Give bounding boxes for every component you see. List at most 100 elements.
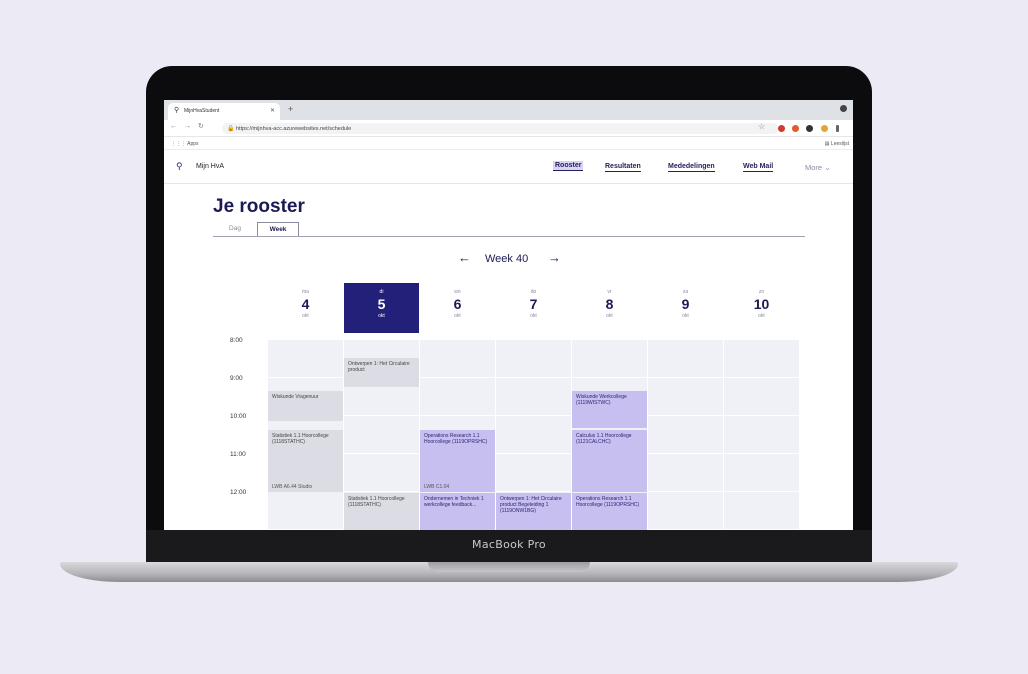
event-ontwerpen-thu[interactable]: Ontwerpen 1: Het Circulaire product Bege… [496,493,571,530]
extension-icon[interactable] [778,125,785,132]
time-label: 9:00 [230,375,243,382]
day-number: 5 [377,296,386,312]
extension-icon[interactable] [792,125,799,132]
day-number: 7 [529,296,538,312]
previous-week-arrow-icon[interactable]: ← [458,251,471,265]
event-statistiek-mon[interactable]: Statistiek 1.1 Hoorcollege (1118STATHC) … [268,430,343,492]
forward-icon[interactable]: → [184,123,191,131]
chrome-menu-icon[interactable] [840,105,847,112]
time-slot-cell[interactable] [724,340,799,377]
time-label: 8:00 [230,337,243,344]
event-operations-fri[interactable]: Operations Research 1.1 Hoorcollege (111… [572,493,647,530]
laptop-brand-label: MacBook Pro [472,538,546,551]
event-title: Ontwerpen 1: Het Circulaire product [348,361,410,373]
time-slot-cell[interactable] [496,340,571,377]
bookmark-star-icon[interactable]: ☆ [758,123,765,131]
time-slot-cell[interactable] [268,340,343,377]
month-label: okt [454,313,461,319]
time-slot-cell[interactable] [344,454,419,491]
time-slot-cell[interactable] [648,378,723,415]
day-header-sat[interactable]: za 9 okt [648,283,723,333]
reading-list[interactable]: ▤ Leeslijst [825,141,849,147]
event-wiskunde-fri[interactable]: Wiskunde Werkcollege (1119WISTWC) [572,391,647,428]
nav-mededelingen[interactable]: Mededelingen [668,163,715,172]
time-slot-cell[interactable] [724,378,799,415]
next-week-arrow-icon[interactable]: → [548,251,561,265]
site-logo[interactable]: Mijn HvA [196,163,224,170]
nav-more[interactable]: More ⌄ [805,163,830,172]
url-text: https://mijnhva-acc.azurewebsites.net/sc… [236,126,352,132]
more-menu-icon[interactable] [836,125,839,132]
nav-web-mail[interactable]: Web Mail [743,163,774,172]
chevron-down-icon: ⌄ [824,163,831,172]
back-icon[interactable]: ← [170,123,177,131]
browser-tab[interactable]: ⚲ MijnHvaStudent ✕ [168,103,280,120]
profile-avatar[interactable] [821,125,828,132]
browser-window: ⚲ MijnHvaStudent ✕ + ← → ↻ 🔒 https://mij… [164,100,853,530]
time-label: 12:00 [230,489,247,496]
time-slot-cell[interactable] [572,340,647,377]
week-label: Week 40 [485,253,529,265]
extensions-puzzle-icon[interactable] [806,125,813,132]
apps-label: Apps [187,141,199,147]
time-label: 10:00 [230,413,247,420]
time-slot-cell[interactable] [344,416,419,453]
lock-icon: 🔒 [227,126,235,132]
weekday-label: wo [454,289,461,295]
event-title: Calculus 1.1 Hoorcollege (1121CALCHC) [576,433,632,445]
event-title: Operations Research 1.1 Hoorcollege (111… [576,496,640,508]
day-header-tue-today[interactable]: di 5 okt [344,283,419,333]
close-icon[interactable]: ✕ [270,107,275,114]
time-slot-cell[interactable] [724,492,799,529]
time-slot-cell[interactable] [648,340,723,377]
time-slot-cell[interactable] [420,378,495,415]
day-header-sun[interactable]: zo 10 okt [724,283,799,333]
event-title: Operations Research 1.1 Hoorcollege (111… [424,433,488,445]
time-slot-cell[interactable] [496,378,571,415]
day-header-mon[interactable]: ma 4 okt [268,283,343,333]
nav-rooster[interactable]: Rooster [553,161,584,171]
reload-icon[interactable]: ↻ [198,123,204,131]
event-title: Ontwerpen 1: Het Circulaire product Bege… [500,496,562,514]
time-label: 11:00 [230,451,246,458]
time-slot-cell[interactable] [648,416,723,453]
laptop-chin: MacBook Pro [146,530,872,562]
day-header-fri[interactable]: vr 8 okt [572,283,647,333]
tab-dag[interactable]: Dag [216,222,254,237]
weekday-label: za [682,289,689,295]
bookmarks-bar: ⋮⋮⋮ Apps ▤ Leeslijst [164,137,853,150]
day-number: 9 [681,296,690,312]
weekday-label: do [530,289,537,295]
time-slot-cell[interactable] [420,340,495,377]
time-slot-cell[interactable] [268,492,343,529]
time-slot-cell[interactable] [648,492,723,529]
new-tab-icon[interactable]: + [288,104,293,114]
time-slot-cell[interactable] [496,454,571,491]
event-wiskunde-mon[interactable]: Wiskunde Vragenuur [268,391,343,421]
time-slot-cell[interactable] [724,416,799,453]
event-title: Wiskunde Vragenuur [272,394,319,400]
month-label: okt [758,313,765,319]
event-statistiek-tue[interactable]: Statistiek 1.1 Hoorcollege (1118STATHC) [344,493,419,530]
day-number: 4 [301,296,310,312]
event-calculus-fri[interactable]: Calculus 1.1 Hoorcollege (1121CALCHC) [572,430,647,492]
tab-week[interactable]: Week [257,222,299,237]
time-slot-cell[interactable] [648,454,723,491]
day-header-thu[interactable]: do 7 okt [496,283,571,333]
event-ondernemen-wed[interactable]: Ondernemen in Techniek 1 werkcollege fee… [420,493,495,530]
apps-shortcut[interactable]: ⋮⋮⋮ Apps [171,141,199,147]
event-title: Statistiek 1.1 Hoorcollege (1118STATHC) [272,433,329,445]
event-operations-wed[interactable]: Operations Research 1.1 Hoorcollege (111… [420,430,495,492]
site-header: ⚲ Mijn HvA Rooster Resultaten Mededeling… [164,151,853,184]
time-slot-cell[interactable] [724,454,799,491]
event-title: Ondernemen in Techniek 1 werkcollege fee… [424,496,484,508]
browser-toolbar: ← → ↻ 🔒 https://mijnhva-acc.azurewebsite… [164,120,853,137]
day-header-wed[interactable]: wo 6 okt [420,283,495,333]
tab-title: MijnHvaStudent [184,108,220,114]
event-ontwerpen-tue[interactable]: Ontwerpen 1: Het Circulaire product [344,358,419,387]
time-slot-cell[interactable] [496,416,571,453]
month-label: okt [530,313,537,319]
nav-resultaten[interactable]: Resultaten [605,163,641,172]
site-favicon-icon: ⚲ [174,107,180,114]
address-bar[interactable]: 🔒 https://mijnhva-acc.azurewebsites.net/… [222,123,778,134]
